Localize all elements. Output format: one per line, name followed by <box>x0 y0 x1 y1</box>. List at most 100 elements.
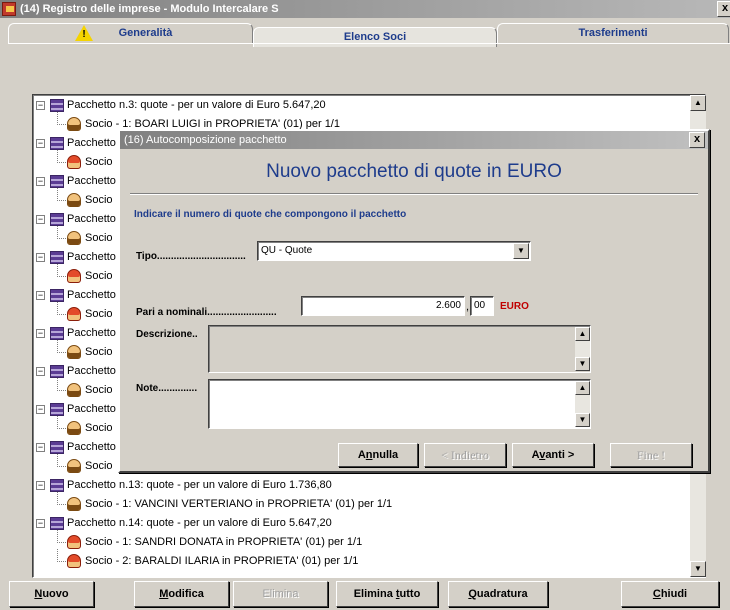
pacchetto-icon <box>50 327 64 340</box>
tab-elenco-soci[interactable]: Elenco Soci <box>253 27 497 47</box>
quadratura-label-b: uadratura <box>476 588 528 600</box>
chiudi-button[interactable]: Chiudi <box>621 581 719 607</box>
pacchetto-icon <box>50 403 64 416</box>
pari-nominali-int-input[interactable]: 2.600 <box>301 296 465 316</box>
collapse-icon[interactable]: − <box>36 177 45 186</box>
annulla-button[interactable]: Annulla <box>338 443 418 467</box>
tab-generalita-label: Generalità <box>118 27 173 39</box>
tree-pacchetto-row[interactable]: − Pacchetto n.3: quote - per un valore di… <box>33 97 689 113</box>
socio-icon <box>67 535 81 549</box>
elimina-button[interactable]: Elimina <box>233 581 328 607</box>
pari-nominali-dec-input[interactable]: 00 <box>470 296 494 316</box>
indietro-button[interactable]: < Indietro <box>424 443 506 467</box>
tree-connector <box>57 314 66 315</box>
tree-row-label: Socio <box>85 308 113 320</box>
socio-icon <box>67 459 81 473</box>
modifica-button[interactable]: Modifica <box>134 581 229 607</box>
socio-icon <box>67 117 81 131</box>
tree-connector <box>57 200 66 201</box>
collapse-icon[interactable]: − <box>36 291 45 300</box>
collapse-icon[interactable]: − <box>36 139 45 148</box>
quadratura-button[interactable]: Quadratura <box>448 581 548 607</box>
dialog-heading: Nuovo pacchetto di quote in EURO <box>266 161 562 182</box>
avanti-label-c: anti > <box>545 449 575 461</box>
tree-connector <box>57 162 66 163</box>
scroll-up-icon[interactable]: ▲ <box>690 95 706 111</box>
tree-connector <box>57 390 66 391</box>
tree-connector <box>57 561 66 562</box>
tab-generalita[interactable]: Generalità <box>8 23 253 43</box>
fine-button[interactable]: Fine ! <box>610 443 692 467</box>
descrizione-scrollbar[interactable]: ▲ ▼ <box>575 327 590 371</box>
tree-connector <box>57 226 58 238</box>
tree-socio-row[interactable]: Socio - 2: BARALDI ILARIA in PROPRIETA' … <box>33 549 689 569</box>
tree-row-label: Pacchetto <box>67 441 116 453</box>
tree-connector <box>57 188 58 200</box>
dialog-divider <box>130 193 698 195</box>
tree-row-label: Pacchetto <box>67 251 116 263</box>
tree-socio-row[interactable]: Socio - 1: SANDRI DONATA in PROPRIETA' (… <box>33 530 689 550</box>
autocomposizione-dialog: (16) Autocomposizione pacchetto x Nuovo … <box>118 129 710 473</box>
warning-icon-mark: ! <box>82 29 86 40</box>
tree-connector <box>57 276 66 277</box>
socio-icon <box>67 497 81 511</box>
tree-pacchetto-row[interactable]: − Pacchetto n.14: quote - per un valore d… <box>33 515 689 531</box>
elimina-tutto-button[interactable]: Elimina tutto <box>336 581 438 607</box>
tree-row-label: Pacchetto <box>67 327 116 339</box>
tree-connector <box>57 454 58 466</box>
collapse-icon[interactable]: − <box>36 481 45 490</box>
tree-pacchetto-row[interactable]: − Pacchetto n.13: quote - per un valore d… <box>33 477 689 493</box>
chiudi-label-b: hiudi <box>660 588 688 600</box>
pacchetto-icon <box>50 479 64 492</box>
currency-label: EURO <box>500 301 529 312</box>
socio-icon <box>67 231 81 245</box>
tree-row-label: Pacchetto n.14: quote - per un valore di… <box>67 517 332 529</box>
tipo-select[interactable]: QU - Quote <box>257 241 531 261</box>
collapse-icon[interactable]: − <box>36 367 45 376</box>
collapse-icon[interactable]: − <box>36 253 45 262</box>
dialog-close-button[interactable]: x <box>689 132 705 148</box>
tree-socio-row[interactable]: Socio - 1: VANCINI VERTERIANO in PROPRIE… <box>33 492 689 512</box>
app-icon <box>2 2 16 16</box>
nuovo-button[interactable]: Nuovo <box>9 581 94 607</box>
tree-connector <box>57 549 58 561</box>
tree-row-label: Socio - 2: BARALDI ILARIA in PROPRIETA' … <box>85 555 359 567</box>
collapse-icon[interactable]: − <box>36 443 45 452</box>
tab-elenco-soci-label: Elenco Soci <box>343 31 407 43</box>
tree-row-label: Socio <box>85 422 113 434</box>
tree-connector <box>57 352 66 353</box>
scroll-up-icon[interactable]: ▲ <box>575 327 590 341</box>
tree-row-label: Pacchetto n.13: quote - per un valore di… <box>67 479 332 491</box>
note-scrollbar[interactable]: ▲ ▼ <box>575 381 590 427</box>
chevron-down-icon[interactable]: ▼ <box>513 243 529 259</box>
collapse-icon[interactable]: − <box>36 329 45 338</box>
tree-row-label: Socio <box>85 346 113 358</box>
tree-connector <box>57 428 66 429</box>
tree-connector <box>57 302 58 314</box>
tree-row-label: Socio <box>85 194 113 206</box>
window-close-button[interactable]: x <box>717 1 730 17</box>
avanti-button[interactable]: Avanti > <box>512 443 594 467</box>
chiudi-label-a: C <box>652 588 661 600</box>
elimina-tutto-label-c: utto <box>399 588 421 600</box>
pacchetto-icon <box>50 365 64 378</box>
tree-connector <box>57 112 58 124</box>
collapse-icon[interactable]: − <box>36 405 45 414</box>
window-title: (14) Registro delle imprese - Modulo Int… <box>20 3 279 15</box>
tree-row-label: Pacchetto <box>67 175 116 187</box>
tab-trasferimenti[interactable]: Trasferimenti <box>497 23 729 43</box>
scroll-down-icon[interactable]: ▼ <box>690 561 706 577</box>
scroll-up-icon[interactable]: ▲ <box>575 381 590 395</box>
descrizione-textarea[interactable] <box>208 325 591 373</box>
note-textarea[interactable] <box>208 379 591 429</box>
scroll-down-icon[interactable]: ▼ <box>575 413 590 427</box>
collapse-icon[interactable]: − <box>36 101 45 110</box>
tree-row-label: Socio <box>85 460 113 472</box>
collapse-icon[interactable]: − <box>36 215 45 224</box>
scroll-down-icon[interactable]: ▼ <box>575 357 590 371</box>
annulla-label-a: A <box>357 449 366 461</box>
socio-icon <box>67 193 81 207</box>
pari-nominali-label: Pari a nominali......................... <box>136 307 277 318</box>
annulla-label-c: nulla <box>372 449 399 461</box>
collapse-icon[interactable]: − <box>36 519 45 528</box>
